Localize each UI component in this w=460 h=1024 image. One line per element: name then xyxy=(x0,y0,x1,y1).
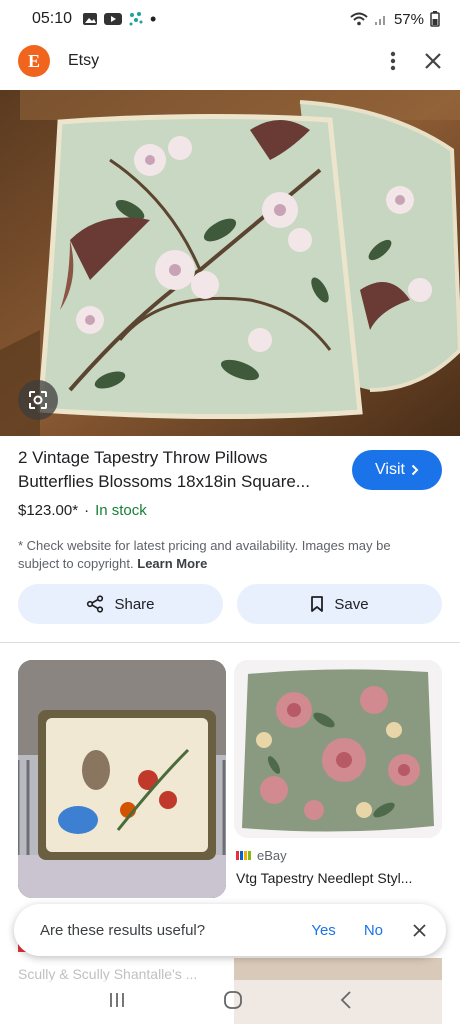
wifi-icon xyxy=(350,12,368,26)
lens-icon xyxy=(29,391,47,409)
learn-more-link[interactable]: Learn More xyxy=(137,556,207,571)
related-source-2: eBay xyxy=(236,848,287,863)
home-icon[interactable] xyxy=(223,990,243,1015)
lens-button[interactable] xyxy=(18,380,58,420)
disclaimer: * Check website for latest pricing and a… xyxy=(18,537,418,573)
feedback-no-button[interactable]: No xyxy=(364,922,383,939)
feedback-yes-button[interactable]: Yes xyxy=(311,922,335,939)
separator: · xyxy=(84,502,90,519)
price-row: $123.00* · In stock xyxy=(18,502,442,519)
divider xyxy=(0,642,460,643)
more-vert-icon[interactable] xyxy=(390,51,396,71)
signal-icon xyxy=(374,16,385,25)
battery-percent: 57% xyxy=(393,10,424,28)
status-time: 05:10 xyxy=(32,10,73,27)
battery-icon xyxy=(430,11,440,27)
feedback-close-icon[interactable] xyxy=(413,923,426,937)
youtube-icon xyxy=(104,13,123,25)
app-header: E Etsy xyxy=(0,38,460,84)
save-button[interactable]: Save xyxy=(237,584,442,624)
notification-icons: • xyxy=(82,9,157,29)
price: $123.00* xyxy=(18,502,79,519)
product-title[interactable]: 2 Vintage Tapestry Throw Pillows Butterf… xyxy=(18,446,338,494)
product-image[interactable] xyxy=(0,90,460,436)
site-name: Etsy xyxy=(68,52,100,69)
share-button[interactable]: Share xyxy=(18,584,223,624)
feedback-question: Are these results useful? xyxy=(40,921,206,939)
visit-label: Visit xyxy=(375,461,405,478)
dots-icon xyxy=(129,12,143,26)
visit-button[interactable]: Visit xyxy=(352,450,442,490)
source-label: eBay xyxy=(257,848,287,863)
related-title-2[interactable]: Vtg Tapestry Needlept Styl... xyxy=(236,870,442,886)
etsy-logo: E xyxy=(18,45,50,77)
back-icon[interactable] xyxy=(340,990,352,1014)
stock-status: In stock xyxy=(95,502,147,519)
save-label: Save xyxy=(334,595,369,613)
share-label: Share xyxy=(114,595,155,613)
share-icon xyxy=(87,595,104,613)
related-image-2[interactable] xyxy=(234,660,442,838)
close-icon[interactable] xyxy=(424,52,442,70)
action-row: Share Save xyxy=(18,584,442,624)
recents-icon[interactable] xyxy=(108,992,126,1013)
status-right: 57% xyxy=(350,11,440,28)
bookmark-icon xyxy=(311,596,324,612)
ebay-icon xyxy=(236,851,251,860)
system-nav-bar xyxy=(0,980,460,1024)
chevron-right-icon xyxy=(411,464,419,476)
feedback-toast: Are these results useful? Yes No xyxy=(14,904,446,956)
header-actions xyxy=(390,51,442,71)
product-info: 2 Vintage Tapestry Throw Pillows Butterf… xyxy=(18,446,442,573)
status-bar: 05:10 • 57% xyxy=(0,0,460,38)
dot-icon: • xyxy=(150,9,157,29)
gallery-icon xyxy=(83,13,98,25)
related-image-1[interactable] xyxy=(18,660,226,898)
